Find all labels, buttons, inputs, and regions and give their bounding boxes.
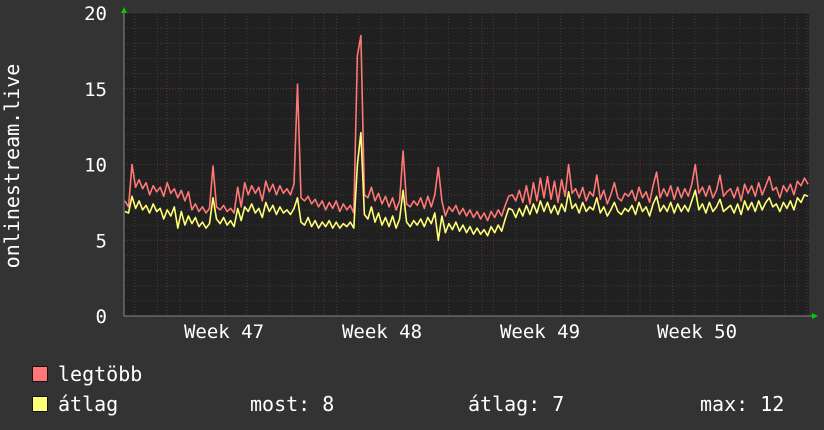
stat-max: max: 12 bbox=[700, 392, 785, 416]
legend-label-avg: átlag bbox=[58, 392, 119, 416]
y-axis-label: onlinestream.live bbox=[0, 64, 24, 269]
x-tick-label: Week 47 bbox=[184, 321, 264, 343]
y-tick-label: 0 bbox=[96, 306, 107, 328]
y-tick-label: 5 bbox=[96, 230, 107, 252]
y-axis: 0 5 10 15 20 bbox=[84, 3, 107, 328]
x-axis-arrow-icon bbox=[812, 313, 818, 319]
x-axis: Week 47 Week 48 Week 49 Week 50 bbox=[184, 321, 737, 343]
y-axis-arrow-icon bbox=[121, 7, 127, 13]
y-tick-label: 10 bbox=[84, 155, 107, 177]
legend-swatch-avg bbox=[32, 396, 48, 412]
y-tick-label: 15 bbox=[84, 79, 107, 101]
stat-average: átlag: 7 bbox=[468, 392, 565, 416]
legend-swatch-max bbox=[32, 366, 48, 382]
grid bbox=[124, 12, 809, 316]
x-tick-label: Week 50 bbox=[657, 321, 737, 343]
x-tick-label: Week 49 bbox=[500, 321, 580, 343]
stat-current: most: 8 bbox=[250, 392, 335, 416]
x-tick-label: Week 48 bbox=[342, 321, 422, 343]
y-tick-label: 20 bbox=[84, 3, 107, 25]
legend-label-max: legtöbb bbox=[58, 362, 143, 386]
